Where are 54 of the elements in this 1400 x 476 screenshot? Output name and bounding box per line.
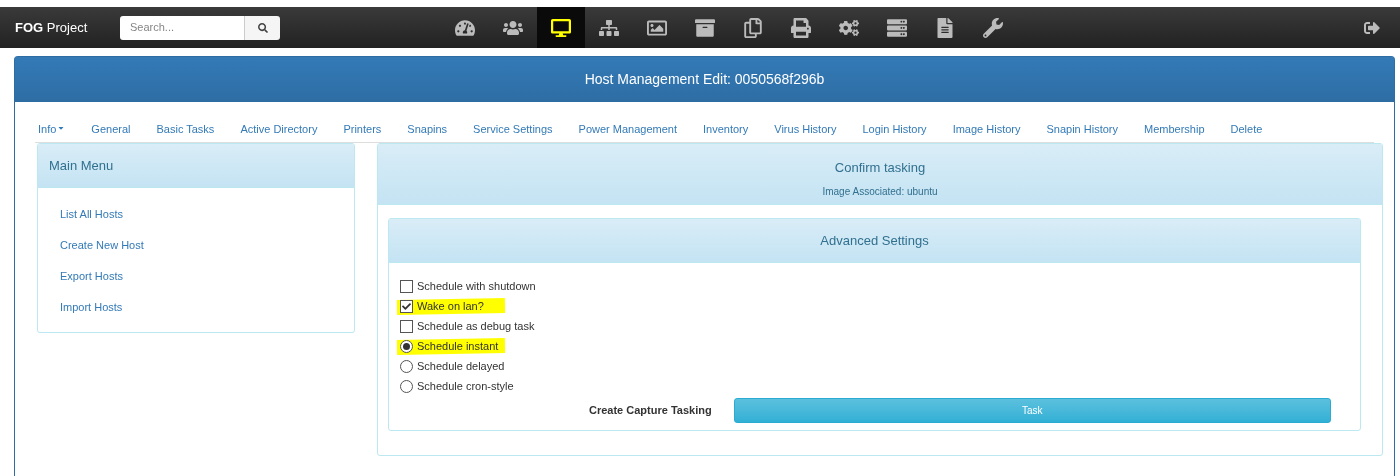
tab-link[interactable]: Image History [952, 121, 1021, 142]
option-label: Wake on lan? [417, 298, 484, 314]
file-icon [935, 17, 955, 38]
server-icon [887, 17, 907, 38]
option-label: Schedule with shutdown [417, 278, 536, 294]
tab-link[interactable]: Login History [862, 121, 927, 142]
menu-link[interactable]: Create New Host [60, 238, 144, 252]
dashboard-icon [455, 17, 475, 38]
radio-button[interactable] [400, 339, 413, 353]
caret-icon [57, 124, 66, 132]
wrench-icon [983, 17, 1003, 38]
tab-link[interactable]: General [91, 121, 131, 142]
menu-link[interactable]: List All Hosts [60, 207, 123, 221]
tab-link[interactable]: Virus History [774, 121, 837, 142]
action-label: Create Capture Tasking [589, 403, 712, 419]
menu-link[interactable]: Import Hosts [60, 300, 123, 314]
sitemap-icon [599, 17, 619, 38]
checkbox[interactable] [400, 319, 413, 333]
card-title: Main Menu [49, 156, 114, 175]
tab-link[interactable]: Service Settings [473, 121, 553, 142]
tab-link[interactable]: Basic Tasks [156, 121, 215, 142]
printer-icon [791, 17, 811, 38]
tab-link[interactable]: Inventory [703, 121, 749, 142]
option-label: Schedule instant [417, 338, 499, 354]
radio-button[interactable] [400, 359, 413, 373]
nav-icon-button[interactable] [537, 7, 585, 48]
card-title: Advanced Settings [820, 231, 929, 250]
option-label: Schedule cron-style [417, 378, 514, 394]
search-button[interactable] [244, 15, 280, 40]
page-title: Host Management Edit: 0050568f296b [584, 70, 825, 89]
monitor-icon [551, 17, 571, 38]
option-label: Schedule delayed [417, 358, 505, 374]
tab-link[interactable]: Active Directory [240, 121, 318, 142]
gears-icon [839, 17, 859, 38]
copy-icon [743, 17, 763, 38]
search-icon [257, 22, 268, 33]
checkbox[interactable] [400, 299, 413, 313]
checkbox[interactable] [400, 279, 413, 293]
archive-icon [695, 17, 715, 38]
tab-link[interactable]: Printers [343, 121, 382, 142]
brand-logo[interactable]: FOG Project [15, 17, 120, 38]
card-title: Confirm tasking [834, 159, 926, 177]
tab-link[interactable]: Power Management [578, 121, 677, 142]
tab-link[interactable]: Snapin History [1046, 121, 1119, 142]
logout-icon[interactable] [1364, 19, 1380, 36]
tab-link[interactable]: Snapins [407, 121, 448, 142]
search-field[interactable]: Search... [120, 15, 244, 40]
menu-link[interactable]: Export Hosts [60, 269, 123, 283]
tab-link[interactable]: Info [38, 121, 66, 142]
tab-link[interactable]: Membership [1144, 121, 1205, 142]
radio-button[interactable] [400, 379, 413, 393]
option-label: Schedule as debug task [417, 318, 535, 334]
card-subtitle: Image Associated: ubuntu [822, 184, 938, 199]
tab-link[interactable]: Delete [1230, 121, 1263, 142]
